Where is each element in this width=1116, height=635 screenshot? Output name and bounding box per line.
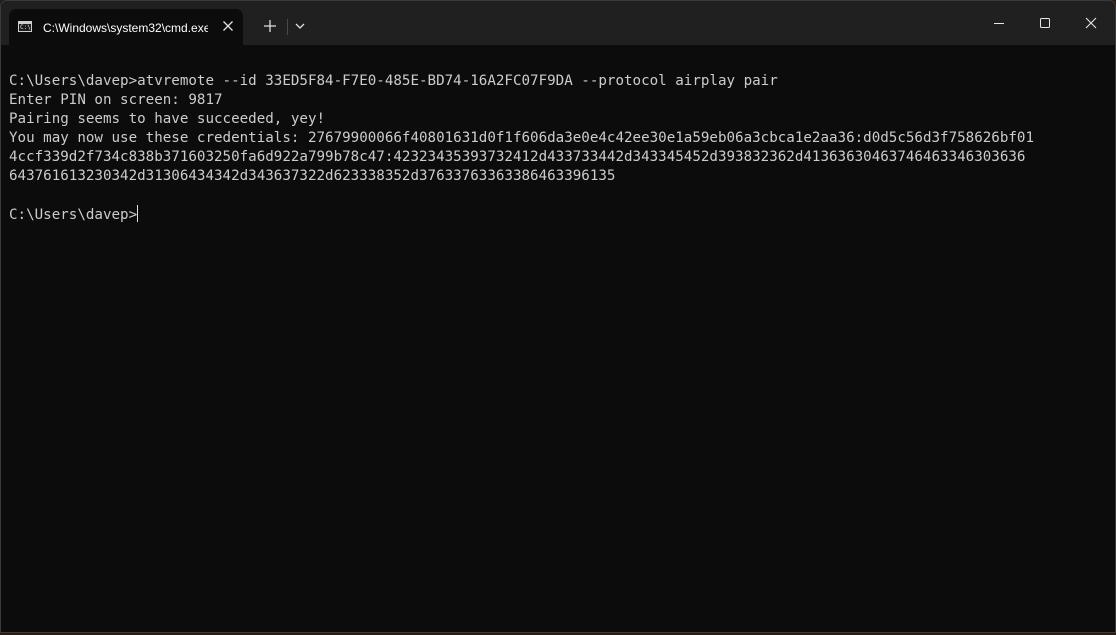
console-line-text: 4ccf339d2f734c838b371603250fa6d922a799b7… [9, 149, 1026, 165]
console-line-text: Enter PIN on screen: 9817 [9, 92, 223, 108]
cmd-icon: C:\ [18, 21, 32, 32]
console-line: Pairing seems to have succeeded, yey! [9, 110, 1034, 129]
tab-title: C:\Windows\system32\cmd.exe [43, 21, 208, 35]
console-prompt: C:\Users\davep> [9, 207, 138, 223]
console-line: Enter PIN on screen: 9817 [9, 91, 1034, 110]
close-tab-button[interactable] [219, 17, 237, 35]
maximize-button[interactable] [1022, 1, 1068, 45]
chevron-down-icon [295, 23, 305, 29]
cmd-icon-text: C:\ [20, 24, 31, 31]
console-lines: C:\Users\davep>atvremote --id 33ED5F84-F… [9, 72, 1034, 224]
close-icon [223, 21, 233, 31]
console-output[interactable]: C:\Users\davep>atvremote --id 33ED5F84-F… [1, 45, 1115, 632]
maximize-icon [1040, 18, 1050, 28]
text-cursor [137, 205, 139, 222]
console-line-text: 643761613230342d31306434342d343637322d62… [9, 168, 616, 184]
tab-separator [287, 19, 288, 35]
close-window-button[interactable] [1068, 1, 1114, 45]
tab-cmd[interactable]: C:\ C:\Windows\system32\cmd.exe [9, 9, 243, 45]
console-line: You may now use these credentials: 27679… [9, 129, 1034, 148]
console-prompt-line[interactable]: C:\Users\davep> [9, 205, 1034, 224]
console-line-text: You may now use these credentials: 27679… [9, 130, 1034, 146]
console-line-text: C:\Users\davep>atvremote --id 33ED5F84-F… [9, 73, 778, 89]
close-icon [1085, 17, 1097, 29]
console-line: 643761613230342d31306434342d343637322d62… [9, 167, 1034, 186]
console-line-text: Pairing seems to have succeeded, yey! [9, 111, 326, 127]
new-tab-button[interactable] [259, 15, 281, 37]
tab-dropdown-button[interactable] [291, 17, 309, 37]
minimize-button[interactable] [976, 1, 1022, 45]
console-line: C:\Users\davep>atvremote --id 33ED5F84-F… [9, 72, 1034, 91]
terminal-window: C:\ C:\Windows\system32\cmd.exe C:\Users… [0, 0, 1116, 633]
title-bar[interactable]: C:\ C:\Windows\system32\cmd.exe [1, 1, 1115, 45]
console-line: 4ccf339d2f734c838b371603250fa6d922a799b7… [9, 148, 1034, 167]
minimize-icon [994, 23, 1004, 24]
plus-icon [264, 20, 276, 32]
